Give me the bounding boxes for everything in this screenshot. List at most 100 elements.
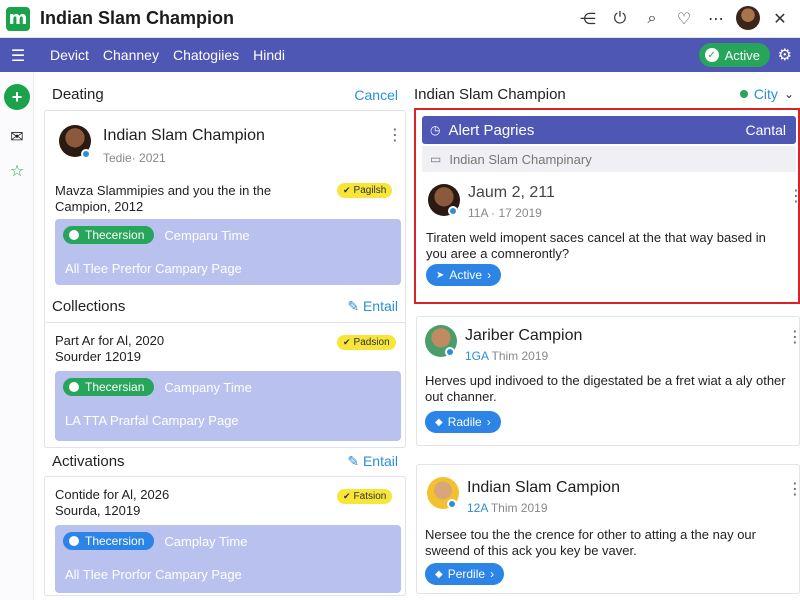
card-text-line2: Sourder 12019 [55,349,142,364]
alert-panel: ◷ Alert Pagries Cantal ▭ Indian Slam Cha… [414,108,800,304]
meta-tag: 12A [467,501,488,515]
chevron-right-icon: › [487,268,492,282]
check-icon: ✓ [704,48,719,62]
status-badge: ✔ Pagilsh [337,183,393,198]
more-options-icon[interactable]: ⋮ [787,479,800,498]
info-link[interactable]: LA TTA Prarfal Campary Page [65,413,239,428]
info-label: Camplay Time [164,533,248,549]
post-author: Indian Slam Campion [467,479,620,496]
button-label: Radile [447,415,482,429]
button-label: Perdile [447,567,486,581]
alert-subheader: ▭ Indian Slam Champinary [422,146,796,172]
info-link[interactable]: All Tlee Prerfor Campary Page [65,261,242,276]
tag-icon [69,536,79,546]
verified-icon [447,499,457,509]
nav-item-devict[interactable]: Devict [50,47,89,63]
status-dot-icon [739,90,748,98]
edit-icon: ✎ [347,298,363,314]
radile-button[interactable]: ◆ Radile › [425,411,501,433]
info-link[interactable]: All Tlee Prorfor Campary Page [65,567,242,582]
card-text-line2: Campion, 2012 [55,199,144,214]
link-label: Entail [362,453,398,469]
post-meta: 12A Thim 2019 [467,501,548,515]
mail-icon[interactable]: ✉ [7,126,27,146]
post-text-line1: Herves upd indivoed to the digestated be… [425,373,786,388]
post-author: Jariber Campion [465,327,583,344]
post-text-line2: out channer. [425,389,497,404]
app-logo: m [6,6,30,31]
nav-item-channey[interactable]: Channey [103,47,159,63]
profile-name: Indian Slam Champion [103,127,265,144]
power-icon[interactable]: ⏻ [606,4,634,32]
more-options-icon[interactable]: ⋮ [788,186,800,205]
add-button[interactable]: + [4,84,30,110]
alert-title: Alert Pagries [448,121,535,139]
post-text-line2: sweend of this ack you key be vaver. [425,543,637,558]
post-meta: 1GA Thim 2019 [465,349,548,363]
section-title: Collections [52,298,126,315]
nav-bar: ☰ Devict Channey Chatogiies Hindi ✓ Acti… [0,38,800,72]
perdile-button[interactable]: ◆ Perdile › [425,563,505,585]
post-author: Jaum 2, 211 [468,184,555,201]
nav-item-hindi[interactable]: Hindi [253,47,285,63]
button-label: Active [449,268,483,282]
edit-icon: ✎ [347,453,363,469]
right-column: Indian Slam Champion City ⌄ ◷ Alert Pagr… [412,72,800,600]
deating-header: Deating Cancel [52,86,398,103]
menu-icon[interactable]: ☰ [0,46,36,65]
badge-label: Pagilsh [353,185,387,196]
tag-label: Thecersion [85,534,145,548]
more-icon[interactable]: ⋯ [702,4,730,32]
star-icon[interactable]: ☆ [7,160,27,180]
tag-button[interactable]: Thecersian [63,378,155,396]
tag-button[interactable]: Thecersion [63,226,155,244]
cancel-link[interactable]: Cancel [354,87,398,103]
clock-icon: ◷ [430,123,441,137]
tag-button[interactable]: Thecersion [63,532,155,550]
city-label: City [753,86,778,102]
info-block: Thecersion Cemparu Time All Tlee Prerfor… [55,219,401,285]
active-button[interactable]: ➤ Active › [426,264,502,286]
link-label: Entail [362,298,398,314]
collections-header: Collections ✎ Entail [52,298,398,315]
profile-date: Tedie· 2021 [103,151,166,165]
post-meta: 11A · 17 2019 [468,206,542,220]
more-options-icon[interactable]: ⋮ [387,125,403,144]
meta-date: Thim 2019 [490,501,548,515]
search-icon[interactable]: ⌕ [638,4,666,32]
post-text-line2: you aree a comnerontly? [426,246,570,261]
tag-icon [69,230,79,240]
alert-subtitle: Indian Slam Champinary [449,151,592,167]
verified-icon [445,347,455,357]
feed-title: Indian Slam Champion [414,86,566,103]
info-block: Thecersian Campany Time LA TTA Prarfal C… [55,371,401,441]
user-avatar-button[interactable] [734,4,762,32]
tag-label: Thecersian [85,380,145,394]
nav-item-chatogiies[interactable]: Chatogiies [173,47,239,63]
more-options-icon[interactable]: ⋮ [787,327,800,346]
entail-link[interactable]: ✎ Entail [347,298,398,315]
info-row: Thecersian Campany Time [63,377,252,397]
info-row: Thecersion Camplay Time [63,531,247,551]
bird-icon: ➤ [436,269,445,281]
link-icon: ◆ [435,568,443,580]
entail-link[interactable]: ✎ Entail [347,453,398,470]
heart-icon[interactable]: ♡ [670,4,698,32]
city-dropdown[interactable]: City ⌄ [739,86,794,102]
section-title: Deating [52,86,104,103]
collection-card: Part Ar for Al, 2020 Sourder 12019 ✔ Pads… [44,322,406,448]
card-text-line1: Part Ar for Al, 2020 [55,333,165,348]
chevron-right-icon: › [486,415,491,429]
post-text-line1: Tiraten weld imopent saces cancel at the… [426,230,766,245]
share-icon[interactable]: ⋲ [574,4,602,32]
tag-label: Thecersion [85,228,145,242]
card-text-line1: Contide for Al, 2026 [55,487,170,502]
activation-card: Contide for Al, 2026 Sourda, 12019 ✔ Fats… [44,476,406,596]
cantal-button[interactable]: Cantal [746,122,786,138]
info-row: Thecersion Cemparu Time [63,225,250,245]
gear-icon[interactable]: ⚙ [778,45,792,64]
meta-tag: 1GA [465,349,489,363]
active-status-button[interactable]: ✓ Active [698,43,770,67]
close-icon[interactable]: ✕ [766,4,794,32]
app-title: Indian Slam Champion [40,8,235,28]
